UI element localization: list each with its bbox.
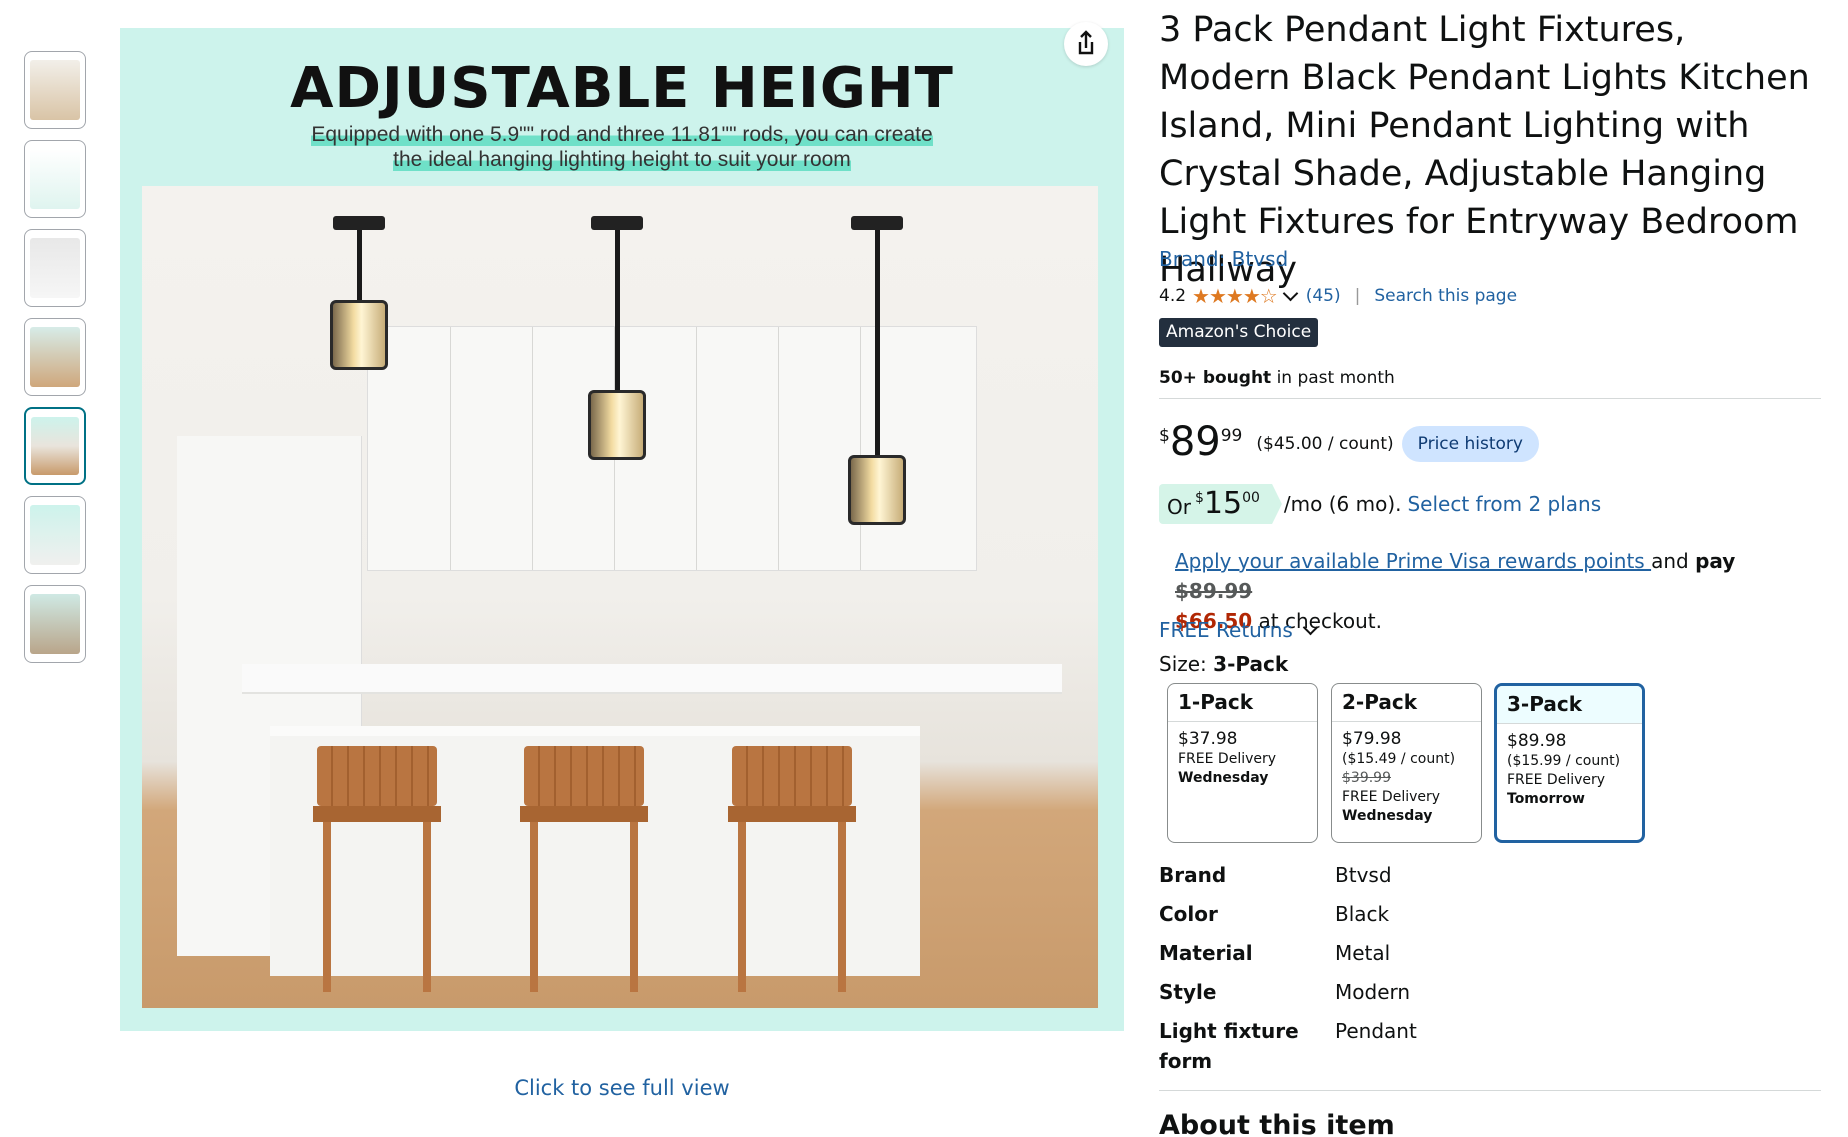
star-rating-icon[interactable]: ★★★★☆ [1192,284,1278,308]
size-option-2-pack[interactable]: 2-Pack $79.98 ($15.49 / count) $39.99 FR… [1331,683,1482,843]
rating-value: 4.2 [1159,286,1187,306]
size-option-name: 2-Pack [1332,684,1481,722]
size-option-delivery: FREE Delivery [1178,751,1277,767]
free-returns-label: FREE Returns [1159,618,1293,642]
size-option-name: 3-Pack [1497,686,1642,724]
share-button[interactable] [1064,22,1108,66]
pendant-light [847,216,907,525]
thumbnail-strip [24,51,86,674]
bought-bold: 50+ bought [1159,368,1272,388]
size-option-3-pack[interactable]: 3-Pack $89.98 ($15.99 / count) FREE Deli… [1494,683,1645,843]
size-option-price: $79.98 [1342,729,1402,749]
spec-value: Black [1335,902,1390,926]
thumbnail-7[interactable] [24,585,86,663]
rating-row: 4.2 ★★★★☆ (45) | Search this page [1159,284,1517,308]
amazons-choice-badge[interactable]: Amazon's Choice [1159,318,1319,347]
size-option-delivery: FREE Delivery [1342,789,1441,805]
size-option-delivery: FREE Delivery [1507,772,1606,788]
size-option-unit: ($15.99 / count) [1507,753,1621,769]
spec-value: Modern [1335,980,1411,1004]
spec-key: Light fixture form [1159,1019,1299,1073]
spec-row: Brand Btvsd [1159,860,1417,890]
image-subline-1: Equipped with one 5.9"" rod and three 11… [311,123,933,146]
monthly-symbol: $ [1194,490,1204,506]
free-returns-link[interactable]: FREE Returns [1159,618,1326,642]
thumbnail-6[interactable] [24,496,86,574]
visa-pay: pay [1695,549,1736,573]
size-option-name: 1-Pack [1168,684,1317,722]
visa-old-price: $89.99 [1175,579,1253,603]
monthly-whole: 15 [1203,486,1243,521]
image-headline: ADJUSTABLE HEIGHT [290,56,954,121]
bar-stool [313,746,441,996]
spec-value: Pendant [1335,1019,1417,1043]
separator: | [1354,286,1361,306]
spec-value: Btvsd [1335,863,1392,887]
about-heading: About this item [1159,1110,1395,1137]
monthly-price-pill: Or $ 15 00 [1159,484,1282,524]
size-selected: 3-Pack [1213,652,1289,676]
thumbnail-5[interactable] [24,407,86,485]
thumbnail-2[interactable] [24,140,86,218]
size-option-day: Wednesday [1178,770,1269,786]
size-option-unit: ($15.49 / count) [1342,751,1456,767]
size-option-list-price: $39.99 [1342,770,1391,786]
size-option-price: $89.98 [1507,731,1567,751]
monthly-or: Or [1167,495,1191,519]
visa-and: and [1651,549,1696,573]
pendant-light [587,216,647,460]
size-option-day: Tomorrow [1507,791,1585,807]
back-counter [242,664,1062,694]
size-label: Size: 3-Pack [1159,652,1288,676]
spec-row: Color Black [1159,899,1417,929]
price-symbol: $ [1159,426,1170,446]
bought-rest: in past month [1271,368,1395,388]
price-history-button[interactable]: Price history [1401,426,1539,462]
chevron-down-icon[interactable] [1302,619,1319,635]
product-specs-table: Brand Btvsd Color Black Material Metal Styl… [1159,860,1417,1085]
monthly-fraction: 00 [1242,490,1260,506]
share-icon [1078,30,1094,55]
bar-stool [520,746,648,996]
thumbnail-1[interactable] [24,51,86,129]
price-row: $ 89 99 ($45.00 / count) Price history [1159,418,1539,466]
select-plans-link[interactable]: Select from 2 plans [1407,492,1601,516]
rating-count-link[interactable]: (45) [1306,286,1341,306]
price-whole: 89 [1169,419,1221,465]
size-label-prefix: Size: [1159,652,1214,676]
thumbnail-3[interactable] [24,229,86,307]
search-page-link[interactable]: Search this page [1374,286,1517,306]
price-per-unit: ($45.00 / count) [1256,434,1394,454]
full-view-link[interactable]: Click to see full view [120,1076,1124,1100]
spec-key: Material [1159,941,1253,965]
chevron-down-icon[interactable] [1282,285,1298,301]
price-fraction: 99 [1220,426,1243,446]
image-subline-2: the ideal hanging lighting height to sui… [393,148,851,171]
spec-row: Material Metal [1159,938,1417,968]
spec-key: Color [1159,902,1218,926]
divider [1159,398,1821,399]
spec-row: Light fixture form Pendant [1159,1016,1417,1076]
monthly-payment-row: Or $ 15 00 /mo (6 mo). Select from 2 pla… [1159,484,1601,524]
thumbnail-4[interactable] [24,318,86,396]
bought-count: 50+ bought in past month [1159,368,1395,388]
kitchen-scene [142,186,1098,1008]
spec-row: Style Modern [1159,977,1417,1007]
prime-visa-link[interactable]: Apply your available Prime Visa rewards … [1175,549,1651,573]
brand-link[interactable]: Brand: Btvsd [1159,247,1288,271]
spec-value: Metal [1335,941,1391,965]
image-subline: Equipped with one 5.9"" rod and three 11… [120,122,1124,172]
divider [1159,1090,1821,1091]
size-option-day: Wednesday [1342,808,1433,824]
pendant-light [329,216,389,370]
monthly-term: /mo (6 mo). [1283,492,1402,516]
size-option-1-pack[interactable]: 1-Pack $37.98 FREE Delivery Wednesday [1167,683,1318,843]
main-product-image[interactable]: ADJUSTABLE HEIGHT Equipped with one 5.9"… [120,28,1124,1031]
bar-stool [728,746,856,996]
spec-key: Brand [1159,863,1227,887]
size-option-price: $37.98 [1178,729,1238,749]
spec-key: Style [1159,980,1217,1004]
